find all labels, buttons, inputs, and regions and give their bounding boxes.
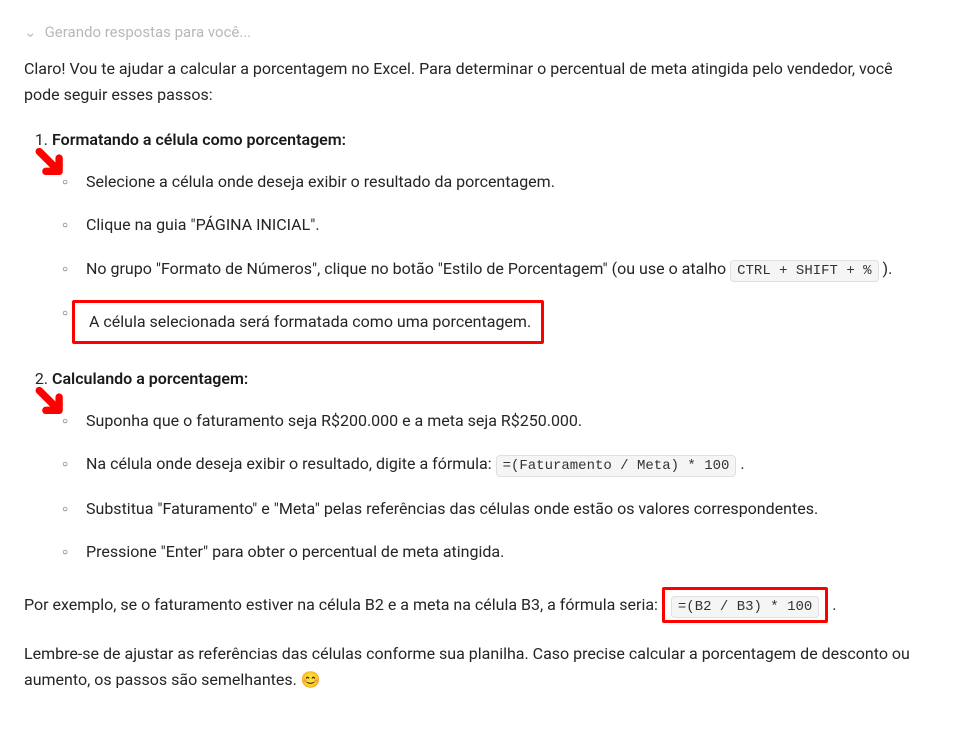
status-text: Gerando respostas para você... bbox=[45, 20, 252, 44]
step-2: ➜ Calculando a porcentagem: Suponha que … bbox=[52, 366, 931, 565]
example-prefix: Por exemplo, se o faturamento estiver na… bbox=[24, 595, 662, 614]
step-2-item-d: Pressione "Enter" para obter o percentua… bbox=[78, 539, 931, 565]
step-1-title: Formatando a célula como porcentagem: bbox=[52, 130, 346, 149]
highlight-annotation: =(B2 / B3) * 100 bbox=[662, 587, 828, 623]
step-2-title: Calculando a porcentagem: bbox=[52, 369, 248, 388]
highlight-annotation: A célula selecionada será formatada como… bbox=[72, 300, 544, 344]
step-1-item-d: A célula selecionada será formatada como… bbox=[75, 312, 531, 331]
step-1: ➜ Formatando a célula como porcentagem: … bbox=[52, 127, 931, 344]
chevron-down-icon: ⌄ bbox=[24, 20, 37, 44]
step-1-sublist: Selecione a célula onde deseja exibir o … bbox=[52, 169, 931, 344]
shortcut-code: CTRL + SHIFT + % bbox=[730, 260, 878, 282]
step-2-item-c: Substitua "Faturamento" e "Meta" pelas r… bbox=[78, 496, 931, 522]
step-2-item-b-prefix: Na célula onde deseja exibir o resultado… bbox=[86, 454, 496, 473]
example-suffix: . bbox=[832, 595, 836, 614]
closing-paragraph: Lembre-se de ajustar as referências das … bbox=[24, 641, 931, 692]
step-2-item-b-suffix: . bbox=[740, 454, 744, 473]
step-1-item-c-prefix: No grupo "Formato de Números", clique no… bbox=[86, 259, 730, 278]
example-paragraph: Por exemplo, se o faturamento estiver na… bbox=[24, 587, 931, 623]
step-2-item-b: Na célula onde deseja exibir o resultado… bbox=[78, 451, 931, 477]
step-1-item-c: No grupo "Formato de Números", clique no… bbox=[78, 256, 931, 282]
step-1-item-c-suffix: ). bbox=[883, 259, 893, 278]
step-2-sublist: Suponha que o faturamento seja R$200.000… bbox=[52, 408, 931, 565]
step-2-item-a: Suponha que o faturamento seja R$200.000… bbox=[78, 408, 931, 434]
formula-code: =(Faturamento / Meta) * 100 bbox=[496, 455, 737, 477]
smile-emoji-icon: 😊 bbox=[301, 670, 321, 689]
example-formula-code: =(B2 / B3) * 100 bbox=[671, 596, 819, 618]
step-1-item-b: Clique na guia "PÁGINA INICIAL". bbox=[78, 212, 931, 238]
closing-text: Lembre-se de ajustar as referências das … bbox=[24, 644, 910, 689]
step-1-item-a: Selecione a célula onde deseja exibir o … bbox=[78, 169, 931, 195]
steps-list: ➜ Formatando a célula como porcentagem: … bbox=[24, 127, 931, 565]
step-1-item-d-wrapper: A célula selecionada será formatada como… bbox=[78, 300, 931, 344]
generating-status: ⌄ Gerando respostas para você... bbox=[24, 20, 931, 44]
intro-paragraph: Claro! Vou te ajudar a calcular a porcen… bbox=[24, 56, 931, 107]
